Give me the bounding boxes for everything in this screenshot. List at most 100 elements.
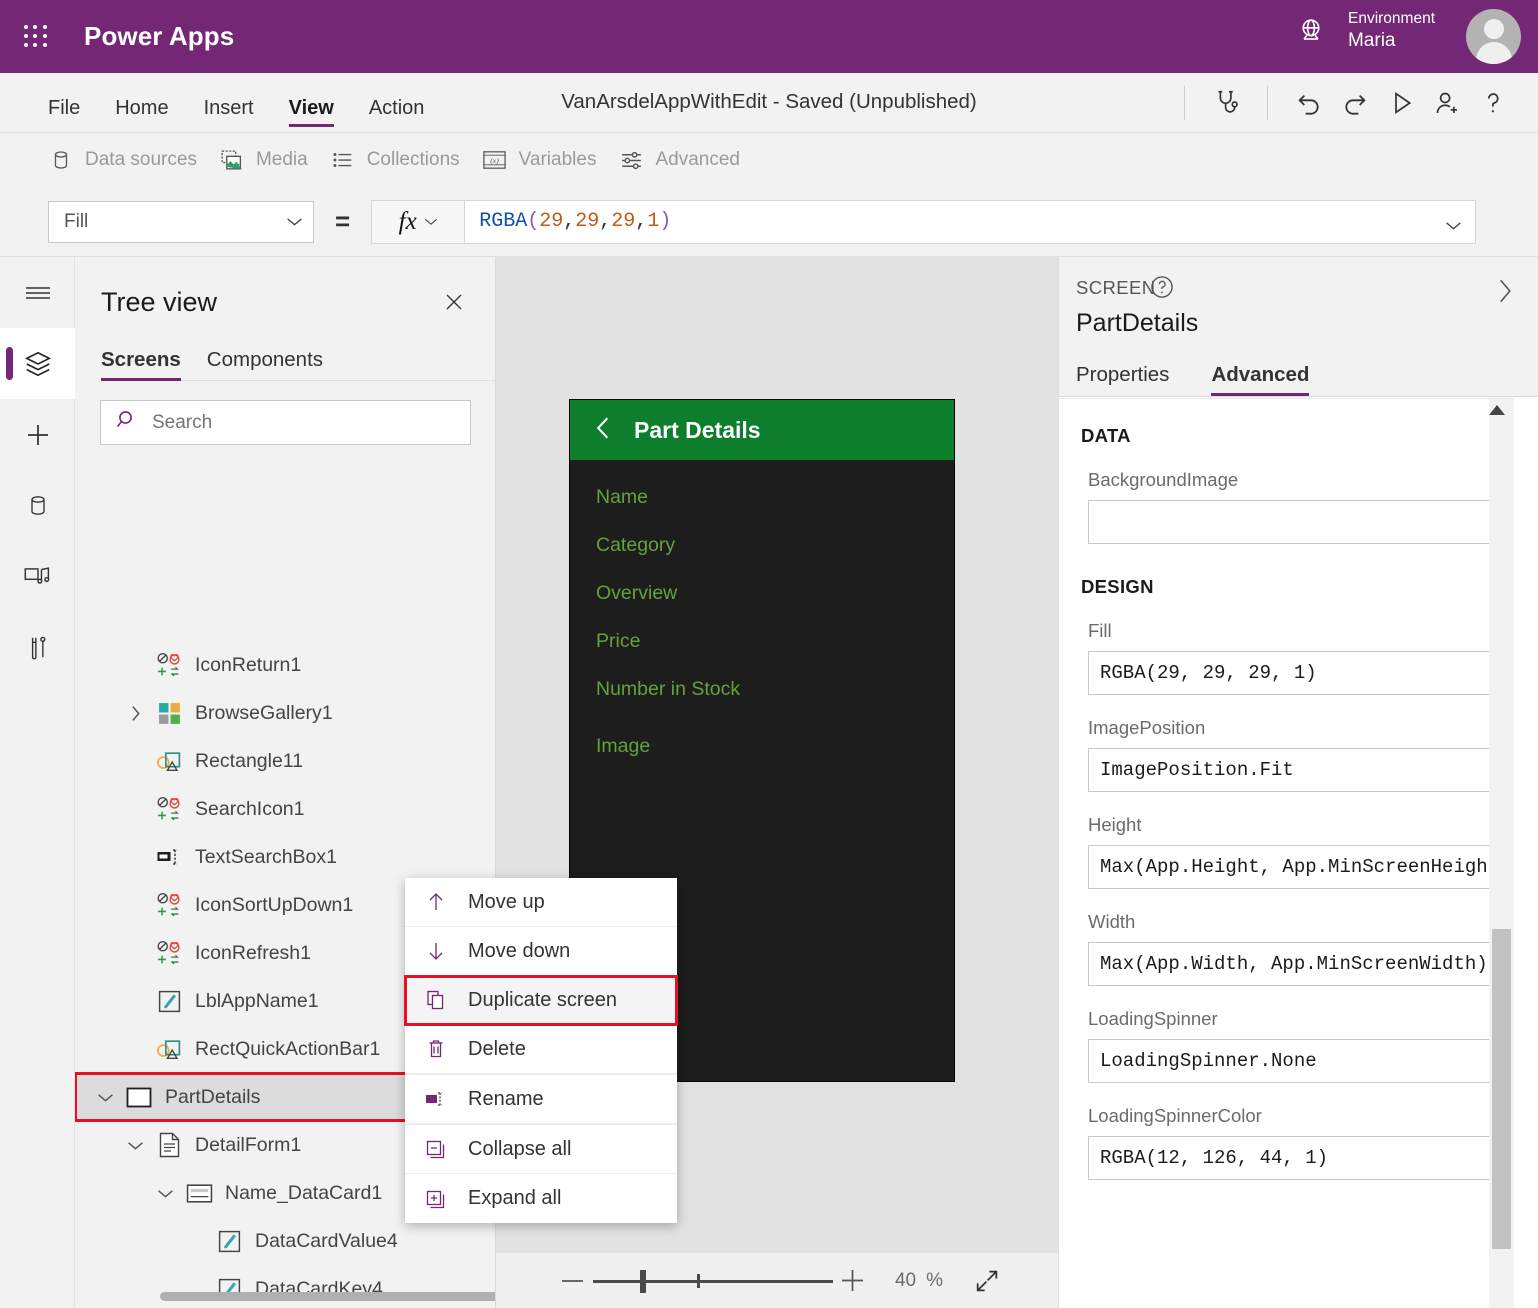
- properties-scrollbar-track[interactable]: [1489, 399, 1514, 1308]
- chevron-left-icon[interactable]: [592, 415, 614, 446]
- formula-token-paren: ): [659, 210, 672, 233]
- formula-token-num: 29: [575, 210, 600, 233]
- power-apps-studio: Power Apps Environment Maria File Home I…: [0, 0, 1538, 1308]
- properties-scrollbar-thumb[interactable]: [1492, 929, 1511, 1249]
- section-title-data: DATA: [1081, 425, 1131, 446]
- command-collections[interactable]: Collections: [330, 147, 460, 173]
- chevron-down-icon[interactable]: [1445, 215, 1462, 238]
- property-value-input[interactable]: ImagePosition.Fit: [1088, 748, 1492, 792]
- avatar-head: [1483, 19, 1504, 39]
- menu-item-expand-all[interactable]: Expand all: [405, 1174, 677, 1223]
- share-user-icon[interactable]: [1424, 81, 1470, 125]
- command-advanced[interactable]: Advanced: [618, 147, 740, 173]
- tree-item-searchicon1[interactable]: SearchIcon1: [75, 785, 495, 833]
- tree-horizontal-scrollbar[interactable]: [160, 1292, 495, 1301]
- environment-picker[interactable]: Environment Maria: [1296, 10, 1435, 53]
- ribbon-tab-home[interactable]: Home: [115, 97, 168, 127]
- property-value-input[interactable]: Max(App.Width, App.MinScreenWidth): [1088, 942, 1492, 986]
- formula-token-sep: ,: [635, 210, 648, 233]
- menu-item-move-down[interactable]: Move down: [405, 927, 677, 976]
- arrow-down-icon: [421, 939, 451, 963]
- environment-text: Environment Maria: [1348, 10, 1435, 53]
- search-input[interactable]: Search: [100, 400, 471, 445]
- document-title: VanArsdelAppWithEdit - Saved (Unpublishe…: [561, 90, 977, 113]
- command-data-sources[interactable]: Data sources: [48, 147, 197, 173]
- data-database-icon[interactable]: [0, 470, 75, 541]
- tree-item-datacardkey4[interactable]: DataCardKey4: [75, 1265, 495, 1308]
- formula-token-paren: (: [527, 210, 540, 233]
- property-field-fill: Fill RGBA(29, 29, 29, 1): [1088, 620, 1514, 695]
- property-value-input[interactable]: RGBA(12, 126, 44, 1): [1088, 1136, 1492, 1180]
- tree-item-caret-expanded-icon[interactable]: [92, 1084, 118, 1110]
- menu-item-label: Duplicate screen: [468, 988, 617, 1011]
- tree-item-datacardvalue4[interactable]: DataCardValue4: [75, 1217, 495, 1265]
- command-variables[interactable]: (x) Variables: [482, 147, 596, 173]
- tree-item-textsearchbox1[interactable]: TextSearchBox1: [75, 833, 495, 881]
- preview-play-icon[interactable]: [1378, 81, 1424, 125]
- fx-button[interactable]: fx: [371, 199, 466, 244]
- ribbon-tab-action[interactable]: Action: [369, 97, 425, 127]
- property-value-input[interactable]: [1088, 500, 1492, 544]
- tab-properties[interactable]: Properties: [1076, 363, 1169, 396]
- tree-item-caret-expanded-icon[interactable]: [122, 1132, 148, 1158]
- property-field-loadingspinnercolor: LoadingSpinnerColor RGBA(12, 126, 44, 1): [1088, 1105, 1514, 1180]
- tree-view-layers-icon[interactable]: [0, 328, 75, 399]
- fit-screen-icon[interactable]: [973, 1267, 1001, 1295]
- help-question-icon[interactable]: [1470, 81, 1516, 125]
- menu-item-rename[interactable]: Rename: [405, 1075, 677, 1124]
- property-value-input[interactable]: Max(App.Height, App.MinScreenHeight): [1088, 845, 1492, 889]
- property-label: Height: [1088, 814, 1142, 835]
- menu-item-collapse-all[interactable]: Collapse all: [405, 1125, 677, 1174]
- tree-item-label: IconSortUpDown1: [195, 893, 354, 916]
- ribbon-tab-insert[interactable]: Insert: [204, 97, 254, 127]
- minus-icon[interactable]: [553, 1261, 593, 1301]
- formula-input[interactable]: RGBA(29, 29, 29, 1): [465, 199, 1476, 244]
- plus-icon[interactable]: [833, 1261, 873, 1301]
- zoom-slider[interactable]: [592, 1266, 833, 1296]
- property-label: BackgroundImage: [1088, 469, 1239, 490]
- media-image-icon: [219, 147, 245, 173]
- ribbon-tab-view[interactable]: View: [288, 97, 335, 127]
- property-value-input[interactable]: LoadingSpinner.None: [1088, 1039, 1492, 1083]
- left-rail: [0, 257, 75, 1308]
- tab-components[interactable]: Components: [207, 348, 323, 380]
- hamburger-menu-icon[interactable]: [0, 257, 75, 328]
- environment-label: Environment: [1347, 10, 1435, 27]
- redo-icon[interactable]: [1332, 81, 1378, 125]
- command-media[interactable]: Media: [219, 147, 308, 173]
- advanced-tools-icon[interactable]: [0, 612, 75, 683]
- fx-label: fx: [398, 207, 417, 235]
- menu-item-duplicate-screen[interactable]: Duplicate screen: [404, 975, 678, 1026]
- properties-control-kind: SCREEN: [1076, 277, 1156, 298]
- property-value-input[interactable]: RGBA(29, 29, 29, 1): [1088, 651, 1492, 695]
- zoom-slider-thumb[interactable]: [639, 1269, 646, 1293]
- scroll-up-arrow-icon[interactable]: [1488, 403, 1506, 421]
- tree-item-rectangle11[interactable]: Rectangle11: [75, 737, 495, 785]
- tab-screens[interactable]: Screens: [101, 348, 181, 381]
- menu-item-move-up[interactable]: Move up: [405, 878, 677, 927]
- undo-icon[interactable]: [1286, 81, 1332, 125]
- menu-item-delete[interactable]: Delete: [405, 1025, 677, 1074]
- canvas-zoom-bar: 40 %: [496, 1252, 1058, 1308]
- tree-item-caret-collapsed-icon[interactable]: [122, 700, 148, 726]
- ribbon-tab-file[interactable]: File: [48, 97, 80, 127]
- textinput-icon: [154, 842, 184, 872]
- waffle-grid-icon[interactable]: [19, 20, 53, 54]
- insert-plus-icon[interactable]: [0, 399, 75, 470]
- command-label: Media: [255, 149, 308, 170]
- app-checker-icon[interactable]: [1203, 81, 1249, 125]
- tree-item-iconreturn1[interactable]: IconReturn1: [75, 641, 495, 689]
- tab-advanced[interactable]: Advanced: [1211, 363, 1309, 396]
- preview-field-category: Category: [596, 534, 676, 556]
- preview-field-overview: Overview: [596, 582, 678, 604]
- tree-item-label: Name_DataCard1: [225, 1181, 383, 1204]
- tree-item-caret-expanded-icon[interactable]: [152, 1180, 178, 1206]
- help-circle-icon[interactable]: [1149, 274, 1175, 305]
- avatar[interactable]: [1466, 9, 1521, 64]
- close-icon[interactable]: [437, 285, 471, 319]
- media-icon[interactable]: [0, 541, 75, 612]
- chevron-right-icon[interactable]: [1493, 277, 1517, 310]
- property-select[interactable]: Fill: [48, 200, 314, 243]
- tree-item-browsegallery1[interactable]: BrowseGallery1: [75, 689, 495, 737]
- shape-icon: [154, 1034, 184, 1064]
